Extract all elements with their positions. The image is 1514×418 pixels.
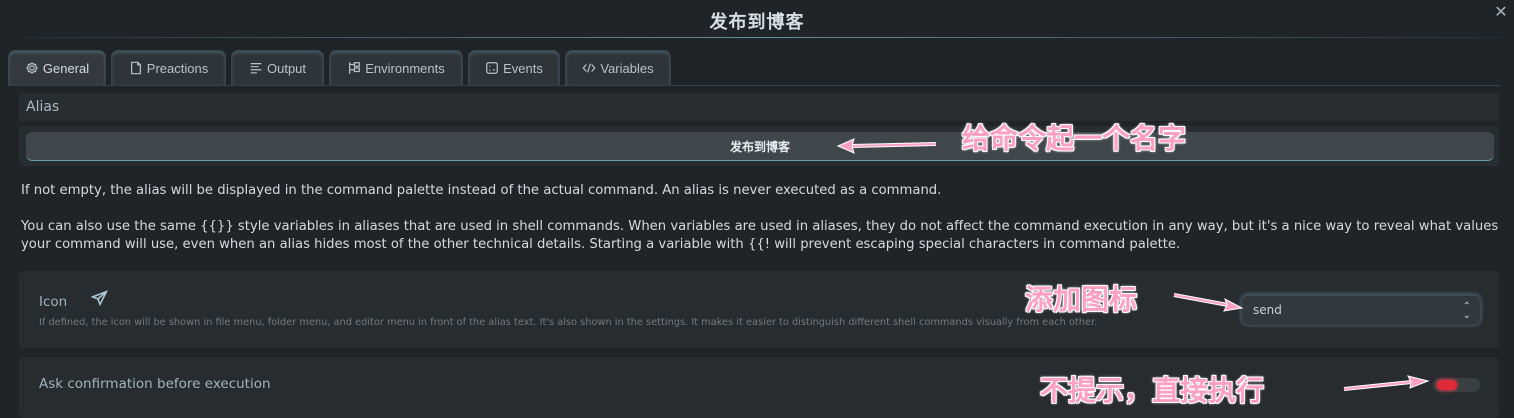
toggle-annotation: 不提示，直接执行 [1040, 374, 1265, 407]
tree-icon [349, 62, 361, 74]
icon-annotation-arrow [1173, 293, 1244, 312]
alias-annotation-arrow [836, 138, 937, 154]
toggle-annotation-arrow [1343, 375, 1430, 391]
dialog-title: 发布到博客 [709, 12, 805, 33]
tab-label: Preactions [146, 60, 209, 76]
tab-label: Environments [365, 60, 445, 76]
icon-setting: Icon If defined, the icon will be shown … [19, 271, 1499, 348]
tab-general[interactable]: General [8, 50, 106, 85]
alias-description-1: If not empty, the alias will be displaye… [21, 183, 942, 198]
alias-input[interactable] [26, 132, 1494, 161]
lines-icon [250, 63, 262, 74]
alias-description-2: You can also use the same {{}} style var… [21, 219, 1499, 252]
chevron-updown-icon: ⌃ ⌄ [1462, 301, 1471, 321]
ask-confirmation-label: Ask confirmation before execution [39, 376, 271, 392]
document-icon [130, 61, 141, 75]
title-divider [22, 37, 1502, 38]
tab-bar-divider [8, 85, 1500, 86]
alias-header: Alias [19, 93, 1499, 121]
tab-variables[interactable]: Variables [565, 50, 671, 85]
icon-annotation: 添加图标 [1025, 283, 1138, 316]
icon-select[interactable]: send ⌃ ⌄ [1241, 295, 1481, 326]
icon-select-value: send [1253, 303, 1282, 317]
tab-label: Variables [600, 60, 654, 76]
toggle-knob [1437, 380, 1457, 390]
gear-icon [26, 62, 38, 74]
alias-label: Alias [26, 99, 60, 115]
ask-confirmation-toggle[interactable] [1433, 378, 1480, 392]
tab-label: Events [503, 60, 543, 76]
tab-output[interactable]: Output [231, 50, 324, 85]
tab-label: General [42, 60, 90, 76]
tab-environments[interactable]: Environments [329, 50, 463, 85]
tab-label: Output [266, 60, 307, 76]
code-icon [582, 63, 596, 73]
send-icon [90, 290, 109, 307]
events-icon [486, 62, 498, 74]
icon-setting-description: If defined, the icon will be shown in fi… [39, 317, 1098, 328]
ask-confirmation-setting: Ask confirmation before execution [19, 357, 1499, 418]
tab-events[interactable]: Events [468, 50, 560, 85]
tab-preactions[interactable]: Preactions [111, 50, 226, 85]
icon-setting-label: Icon [39, 294, 68, 310]
alias-annotation: 给命令起一个名字 [962, 122, 1187, 155]
alias-field-container [19, 126, 1499, 166]
close-icon[interactable]: ✕ [1492, 3, 1510, 21]
